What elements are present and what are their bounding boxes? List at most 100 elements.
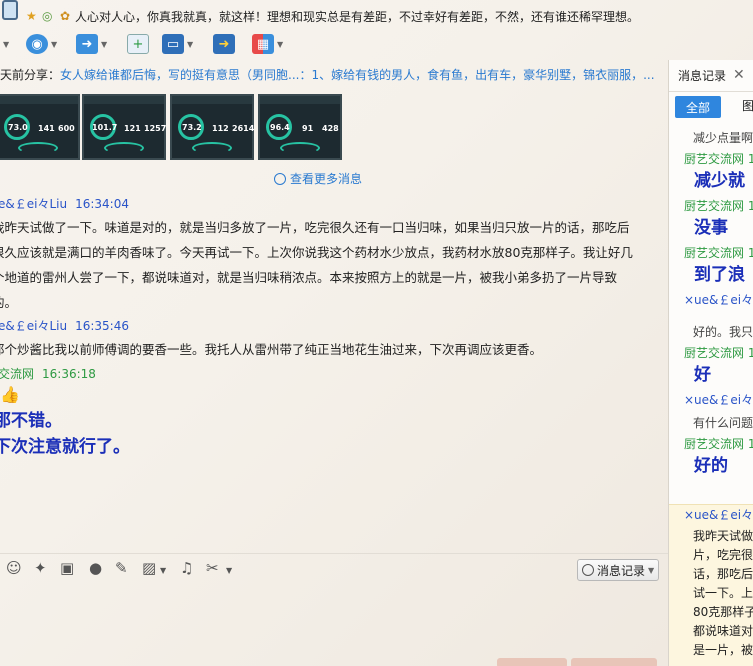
signature-text: 人心对人心，你真我就真，就这样！理想和现实总是有差距，不过幸好有差距，不然，还有…: [75, 10, 640, 24]
chevron-down-icon: ▼: [3, 39, 10, 49]
sender-name: e&￡ei々Liu: [0, 319, 68, 333]
header-bar: ★ ◎ ✿ 人心对人心，你真我就真，就这样！理想和现实总是有差距，不过幸好有差距…: [0, 0, 753, 32]
transfer-file-button[interactable]: ➜ ▼: [76, 32, 107, 56]
send-button[interactable]: [571, 658, 657, 666]
thumbnail-value: 112: [212, 124, 229, 133]
message-time: 16:34:04: [75, 197, 129, 211]
thumbnail-image[interactable]: 73.0 141 600: [0, 94, 80, 160]
video-clip-icon[interactable]: ▣: [60, 560, 74, 576]
thumbnail-header: [84, 96, 164, 104]
history-line: 话，那吃后: [693, 567, 753, 581]
view-more-label: 查看更多消息: [290, 172, 363, 186]
thumbnail-value: 73.0: [8, 123, 28, 132]
thumbs-up-emoji: 👍: [0, 385, 20, 404]
clock-icon: [582, 564, 594, 576]
history-entry: 减少点量啊: [693, 131, 753, 145]
message-sender[interactable]: e&￡ei々Liu 16:34:04: [0, 196, 129, 212]
input-toolbar: ☺ ✦ ▣ ● ✎ ▨ ▼ ♫ ✂ ▼ 消息记录 ▼: [0, 553, 668, 583]
history-sender[interactable]: 厨艺交流网 1: [684, 345, 753, 361]
message-line: 的。: [0, 295, 18, 310]
star-icon[interactable]: ★: [26, 9, 37, 23]
gauge-arc: [280, 142, 320, 154]
history-sender[interactable]: 厨艺交流网 1: [684, 198, 753, 214]
history-entry: 减少就: [694, 171, 745, 191]
history-sender[interactable]: 厨艺交流网 1: [684, 436, 753, 452]
camera-icon: ◉: [26, 34, 48, 54]
close-button[interactable]: [497, 658, 567, 666]
message-time: 16:35:46: [75, 319, 129, 333]
emoji-icon[interactable]: ☺: [6, 560, 22, 576]
chevron-down-icon: ▼: [101, 39, 108, 49]
magic-wand-icon[interactable]: ✦: [34, 560, 47, 576]
history-line: 是一片，被: [693, 643, 753, 657]
create-discussion-button[interactable]: +: [127, 32, 149, 56]
add-chat-icon: +: [127, 34, 149, 54]
history-sender[interactable]: ×ue&￡ei々L: [684, 507, 753, 523]
message-line: 很久应该就是满口的羊肉香味了。今天再试一下。上次你说我这个药材水少放点，我药材水…: [0, 245, 633, 260]
tab-all[interactable]: 全部: [675, 96, 721, 118]
thumbnail-value: 91: [302, 124, 314, 133]
panel-title: 消息记录: [678, 69, 727, 83]
message-line: 那个炒酱比我以前师傅调的要香一些。我托人从雷州带了纯正当地花生油过来，下次再调应…: [0, 342, 543, 357]
highlighted-history-entry: ×ue&￡ei々L 我昨天试做 片，吃完很 话，那吃后 试一下。上 80克那样子…: [669, 504, 753, 666]
share-screen-button[interactable]: ➜: [213, 32, 235, 56]
apps-button[interactable]: ▦ ▼: [252, 32, 283, 56]
message-time: 16:36:18: [42, 367, 96, 381]
message-history-panel: 消息记录 ✕ 全部 图 减少点量啊 厨艺交流网 1 减少就 厨艺交流网 1 没事…: [668, 60, 753, 666]
scissors-icon[interactable]: ✂: [206, 560, 219, 576]
history-line: 试一下。上: [693, 586, 753, 600]
history-entry: 到了浪: [694, 265, 745, 285]
message-sender[interactable]: 交流网 16:36:18: [0, 366, 96, 382]
message-line: 我昨天试做了一下。味道是对的，就是当归多放了一片，吃完很久还有一口当归味，如果当…: [0, 220, 630, 235]
chevron-down-icon: ▼: [51, 39, 58, 49]
shared-article: 天前分享：女人嫁给谁都后悔，写的挺有意思（男同胞...：1、嫁给有钱的男人，食有…: [0, 66, 660, 84]
history-entry: 好的: [694, 456, 728, 476]
thumbnail-value: 600: [58, 124, 75, 133]
history-entry: 好的。我只: [693, 325, 753, 339]
thumbnail-value: 101.7: [92, 123, 118, 132]
message-line: 下次注意就行了。: [0, 437, 130, 457]
screen-share-icon: ➜: [213, 34, 235, 54]
thumbnail-header: [0, 96, 78, 104]
view-more-messages[interactable]: 查看更多消息: [274, 171, 362, 187]
thumbnail-value: 428: [322, 124, 339, 133]
music-icon[interactable]: ♫: [180, 560, 193, 576]
remote-desktop-button[interactable]: ▭ ▼: [162, 32, 193, 56]
thumbnail-image[interactable]: 96.4 91 428: [258, 94, 342, 160]
sender-name: 交流网: [0, 367, 35, 381]
history-sender[interactable]: 厨艺交流网 1: [684, 245, 753, 261]
history-line: 80克那样子: [693, 605, 753, 619]
chevron-down-icon[interactable]: ▼: [160, 563, 166, 579]
edit-icon[interactable]: ✎: [115, 560, 128, 576]
clock-icon: [274, 173, 286, 185]
gauge-arc: [18, 142, 58, 154]
mood-icon[interactable]: ✿: [60, 9, 70, 23]
thumbnail-value: 141: [38, 124, 55, 133]
message-input[interactable]: [0, 584, 668, 656]
monitor-icon: ▭: [162, 34, 184, 54]
chevron-down-icon: ▼: [277, 39, 284, 49]
history-sender[interactable]: ×ue&￡ei々L: [684, 292, 753, 308]
history-entry: 没事: [694, 218, 728, 238]
tab-image[interactable]: 图: [742, 98, 753, 114]
share-prefix: 天前分享：: [0, 68, 61, 82]
apps-grid-icon: ▦: [252, 34, 274, 54]
thumbnail-value: 121: [124, 124, 141, 133]
message-history-button[interactable]: 消息记录 ▼: [577, 559, 659, 581]
toolbar-dropdown-button[interactable]: ▼: [0, 32, 9, 56]
history-sender[interactable]: 厨艺交流网 1: [684, 151, 753, 167]
video-call-button[interactable]: ◉ ▼: [26, 32, 57, 56]
thumbnail-image[interactable]: 73.2 112 2614: [170, 94, 254, 160]
sender-name: e&￡ei々Liu: [0, 197, 68, 211]
history-sender[interactable]: ×ue&￡ei々L: [684, 392, 753, 408]
share-link[interactable]: 女人嫁给谁都后悔，写的挺有意思（男同胞...：1、嫁给有钱的男人，食有鱼，出有车…: [60, 68, 655, 82]
microphone-icon[interactable]: ●: [89, 560, 102, 576]
close-icon[interactable]: ✕: [733, 67, 745, 83]
image-icon[interactable]: ▨: [142, 560, 156, 576]
leaf-icon[interactable]: ◎: [42, 9, 52, 23]
thumbnail-value: 73.2: [182, 123, 202, 132]
history-button-label: 消息记录: [597, 563, 646, 578]
chevron-down-icon[interactable]: ▼: [226, 563, 232, 579]
thumbnail-image[interactable]: 101.7 121 1257: [82, 94, 166, 160]
message-sender[interactable]: e&￡ei々Liu 16:35:46: [0, 318, 129, 334]
